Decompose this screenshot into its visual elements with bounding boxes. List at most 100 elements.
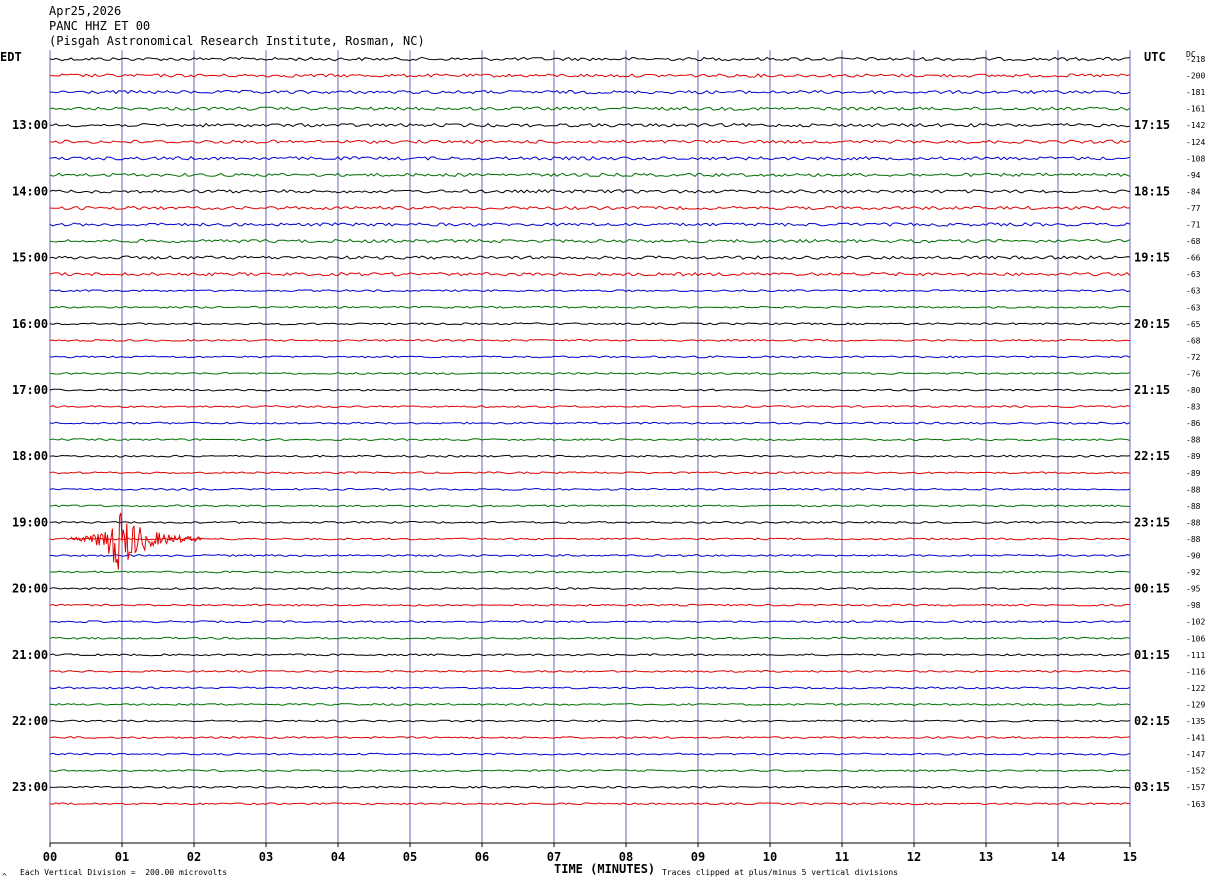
trace-line — [49, 603, 1131, 607]
dc-offset-label: -129 — [1186, 700, 1205, 709]
left-time-label: 22:00 — [12, 714, 48, 728]
left-time-label: 15:00 — [12, 251, 48, 265]
dc-offset-label: -89 — [1186, 469, 1201, 478]
right-time-label: 17:15 — [1134, 118, 1170, 132]
helicorder-chart: 13:00 14:00 15:00 16:00 17:00 18:00 19:00 20:00… — [12, 50, 1205, 864]
dc-offset-label: -106 — [1186, 634, 1205, 643]
dc-offset-label: -88 — [1186, 485, 1201, 494]
trace-line — [49, 322, 1131, 326]
dc-offset-label: -88 — [1186, 535, 1201, 544]
dc-offset-label: -71 — [1186, 221, 1201, 230]
trace-line — [49, 653, 1131, 657]
dc-offset-label: -92 — [1186, 568, 1201, 577]
dc-offset-label: -218 — [1186, 55, 1205, 64]
x-tick-label: 04 — [331, 850, 345, 864]
trace-line — [49, 785, 1131, 789]
dc-offset-label: -63 — [1186, 303, 1201, 312]
left-time-label: 17:00 — [12, 383, 48, 397]
dc-offset-label: -72 — [1186, 353, 1201, 362]
footer-clip-note: Traces clipped at plus/minus 5 vertical … — [662, 868, 899, 877]
trace-line — [49, 752, 1131, 756]
right-time-label: 23:15 — [1134, 515, 1170, 529]
trace-line — [49, 189, 1131, 194]
dc-offset-label: -89 — [1186, 452, 1201, 461]
left-time-label: 23:00 — [12, 780, 48, 794]
trace-line — [49, 405, 1131, 408]
left-time-label: 20:00 — [12, 582, 48, 596]
right-time-label: 00:15 — [1134, 582, 1170, 596]
x-tick-label: 13 — [979, 850, 993, 864]
dc-offset-label: -141 — [1186, 734, 1205, 743]
left-time-label: 19:00 — [12, 515, 48, 529]
x-tick-label: 01 — [115, 850, 129, 864]
trace-line — [49, 139, 1131, 144]
x-tick-label: 00 — [43, 850, 57, 864]
trace-line — [49, 56, 1131, 62]
left-time-label: 18:00 — [12, 449, 48, 463]
dc-offset-label: -135 — [1186, 717, 1205, 726]
trace-line — [49, 471, 1131, 475]
left-time-label: 13:00 — [12, 118, 48, 132]
dc-offset-label: -152 — [1186, 767, 1205, 776]
dc-offset-label: -157 — [1186, 783, 1205, 792]
right-time-label: 02:15 — [1134, 714, 1170, 728]
trace-line — [50, 89, 1131, 95]
dc-offset-label: -65 — [1186, 320, 1201, 329]
trace-line — [49, 289, 1131, 293]
dc-offset-label: -122 — [1186, 684, 1205, 693]
trace-line — [49, 620, 1131, 624]
dc-offset-label: -84 — [1186, 187, 1201, 196]
trace-line — [49, 388, 1131, 392]
event-waveform — [71, 512, 202, 570]
right-time-label: 22:15 — [1134, 449, 1170, 463]
dc-offset-label: -76 — [1186, 369, 1201, 378]
left-time-label: 16:00 — [12, 317, 48, 331]
x-tick-label: 06 — [475, 850, 489, 864]
trace-line — [49, 537, 1131, 541]
dc-offset-label: -88 — [1186, 518, 1201, 527]
left-time-label: 14:00 — [12, 184, 48, 198]
x-tick-label: 14 — [1051, 850, 1065, 864]
dc-offset-label: -181 — [1186, 88, 1205, 97]
dc-offset-label: -124 — [1186, 138, 1205, 147]
trace-line — [49, 454, 1131, 458]
dc-offset-label: -147 — [1186, 750, 1205, 759]
right-time-label: 20:15 — [1134, 317, 1170, 331]
trace-line — [49, 205, 1131, 211]
right-time-label: 01:15 — [1134, 648, 1170, 662]
trace-line — [49, 703, 1131, 706]
x-tick-label: 10 — [763, 850, 777, 864]
x-tick-label: 02 — [187, 850, 201, 864]
dc-offset-label: -86 — [1186, 419, 1201, 428]
trace-line — [50, 554, 1131, 557]
right-time-label: 21:15 — [1134, 383, 1170, 397]
trace-line — [49, 802, 1131, 806]
dc-offset-label: -90 — [1186, 552, 1201, 561]
trace-line — [49, 570, 1131, 574]
dc-offset-label: -77 — [1186, 204, 1201, 213]
x-tick-label: 09 — [691, 850, 705, 864]
footer-scale-note: Each Vertical Division = 200.00 microvol… — [20, 868, 228, 877]
dc-offset-label: -108 — [1186, 154, 1205, 163]
trace-line — [49, 238, 1131, 244]
trace-line — [49, 636, 1131, 640]
right-time-label: 03:15 — [1134, 780, 1170, 794]
dc-offset-label: -80 — [1186, 386, 1201, 395]
dc-offset-label: -111 — [1186, 651, 1205, 660]
right-time-label: 18:15 — [1134, 184, 1170, 198]
dc-offset-label: -200 — [1186, 72, 1205, 81]
trace-line — [49, 487, 1131, 491]
trace-line — [49, 271, 1131, 277]
dc-offset-label: -68 — [1186, 237, 1201, 246]
dc-offset-label: -116 — [1186, 667, 1205, 676]
x-tick-label: 15 — [1123, 850, 1137, 864]
dc-offset-label: -83 — [1186, 403, 1201, 412]
dc-offset-label: -63 — [1186, 287, 1201, 296]
trace-line — [49, 438, 1131, 442]
trace-line — [49, 686, 1131, 690]
x-tick-label: 11 — [835, 850, 849, 864]
trace-line — [49, 421, 1131, 425]
trace-line — [49, 719, 1131, 723]
dc-offset-label: -66 — [1186, 254, 1201, 263]
trace-line — [49, 156, 1131, 161]
